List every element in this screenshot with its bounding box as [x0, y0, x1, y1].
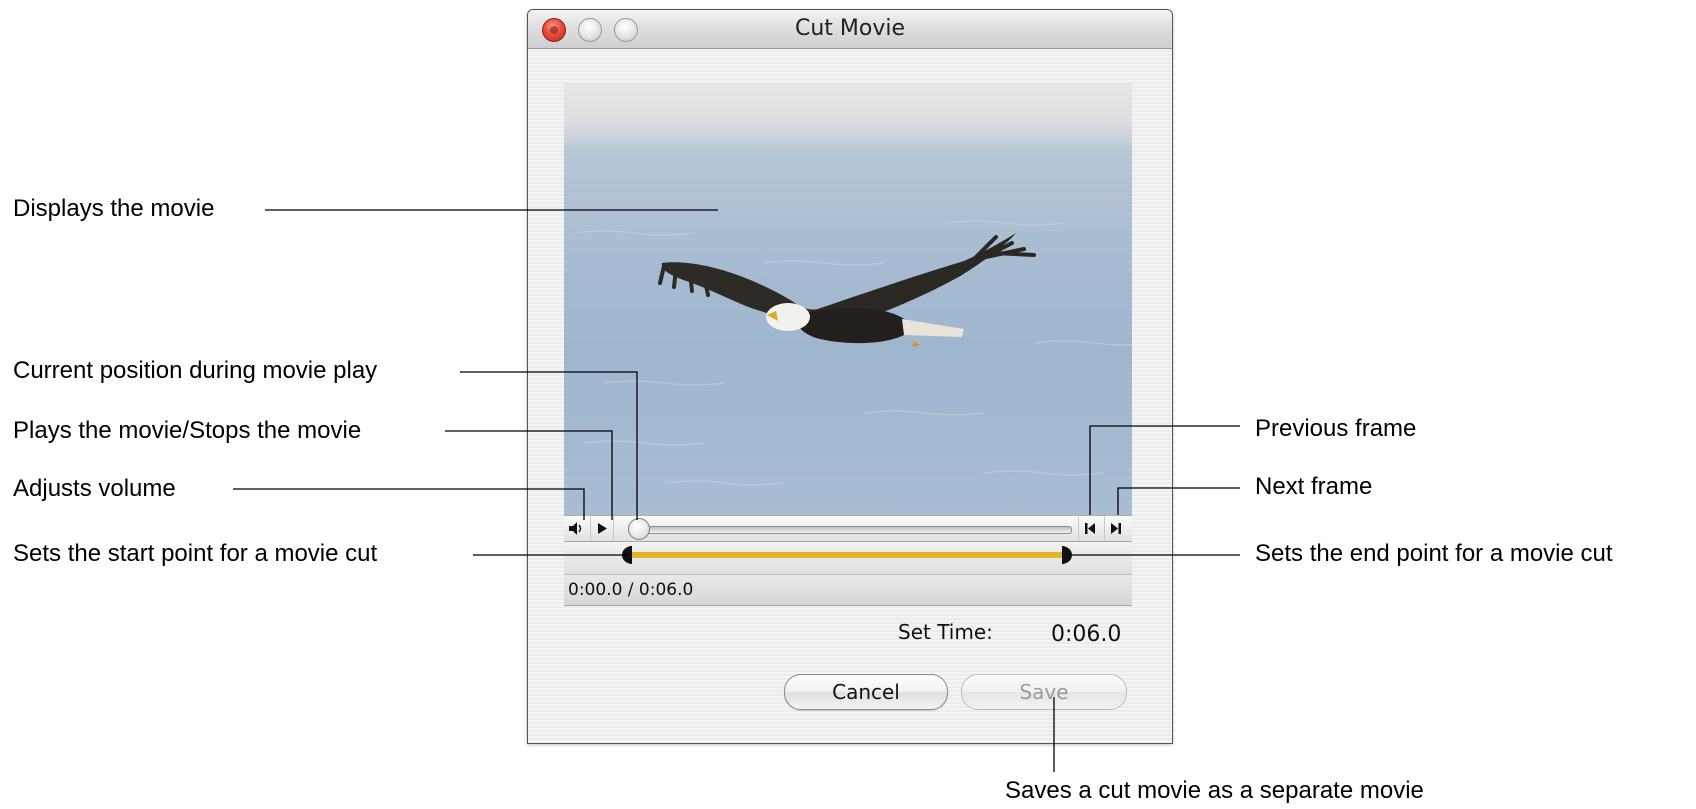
callout-current-position: Current position during movie play — [13, 357, 378, 384]
volume-button[interactable] — [566, 516, 588, 541]
callout-adjusts-volume: Adjusts volume — [13, 475, 176, 502]
playback-track[interactable] — [636, 526, 1072, 534]
timecode-bar: 0:00.0 / 0:06.0 — [564, 575, 1132, 606]
window-title: Cut Movie — [794, 16, 906, 41]
save-button[interactable]: Save — [961, 674, 1127, 710]
cut-selection-range — [631, 552, 1063, 558]
callout-saves-cut: Saves a cut movie as a separate movie — [1005, 777, 1424, 804]
callout-play-stop: Plays the movie/Stops the movie — [13, 417, 362, 444]
speaker-icon — [569, 522, 582, 535]
callout-end-point: Sets the end point for a movie cut — [1255, 540, 1613, 567]
eagle-frame-image — [573, 220, 1132, 486]
play-icon — [598, 523, 607, 534]
movie-controller — [564, 515, 1132, 542]
title-bar[interactable]: Cut Movie — [528, 10, 1172, 49]
set-time-value: 0:06.0 — [1051, 622, 1122, 647]
step-forward-icon — [1111, 523, 1121, 534]
previous-frame-button[interactable] — [1078, 516, 1101, 541]
play-stop-button[interactable] — [590, 516, 614, 541]
next-frame-button[interactable] — [1104, 516, 1127, 541]
movie-display[interactable] — [564, 83, 1132, 515]
timecode-readout: 0:00.0 / 0:06.0 — [568, 580, 694, 600]
step-back-icon — [1085, 523, 1095, 534]
playhead-knob[interactable] — [628, 518, 650, 540]
cancel-button[interactable]: Cancel — [784, 674, 948, 710]
cut-start-handle[interactable] — [622, 546, 632, 564]
cut-movie-window: Cut Movie 0:00.0 / 0:06.0 Set Time: 0:06… — [527, 9, 1173, 744]
set-time-label: Set Time: — [898, 620, 993, 644]
cut-range-bar — [564, 542, 1132, 575]
cut-end-handle[interactable] — [1062, 546, 1072, 564]
callout-previous-frame: Previous frame — [1255, 415, 1417, 442]
callout-start-point: Sets the start point for a movie cut — [13, 540, 378, 567]
callout-displays-movie: Displays the movie — [13, 195, 215, 222]
callout-next-frame: Next frame — [1255, 473, 1373, 500]
